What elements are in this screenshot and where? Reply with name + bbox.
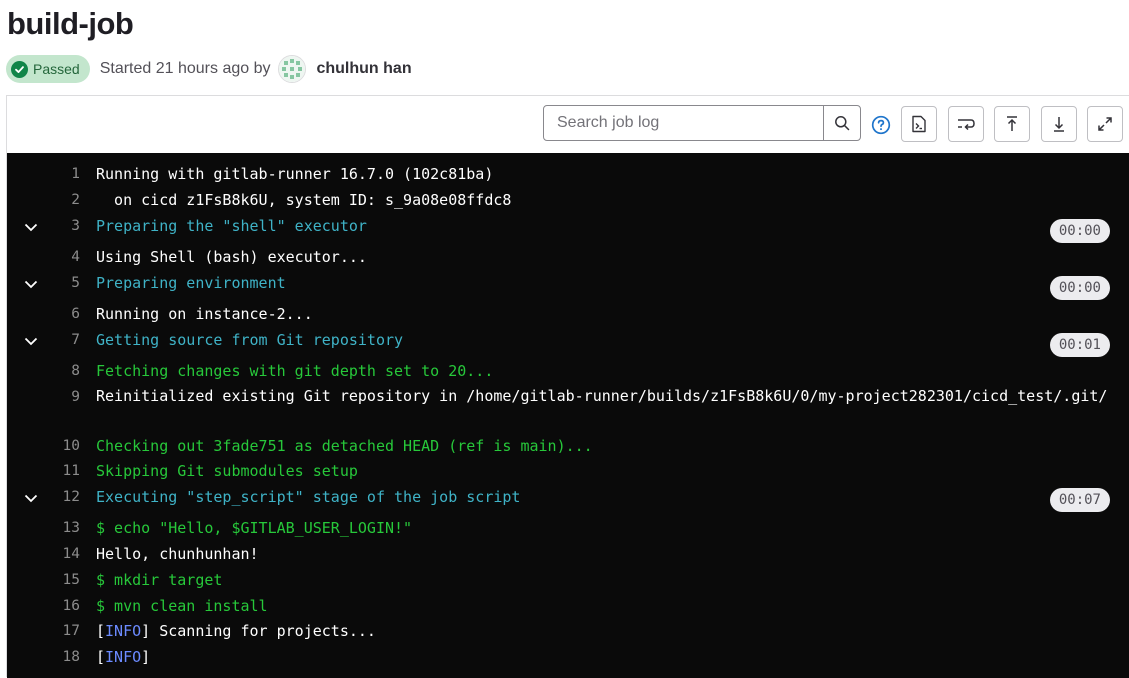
job-title: build-job — [7, 6, 134, 41]
check-circle-icon — [11, 60, 28, 78]
chevron-down-icon[interactable] — [24, 277, 38, 291]
bracket-open: [ — [96, 648, 106, 666]
line-text: Preparing the "shell" executor — [96, 217, 367, 235]
maximize-icon — [1098, 117, 1112, 131]
line-text: Using Shell (bash) executor... — [96, 248, 367, 266]
line-text: Skipping Git submodules setup — [96, 462, 358, 480]
line-number[interactable]: 14 — [40, 546, 80, 562]
line-number[interactable]: 13 — [40, 520, 80, 536]
doc-terminal-icon — [912, 115, 926, 133]
line-number[interactable]: 16 — [40, 598, 80, 614]
wrap-icon — [958, 119, 975, 131]
line-text: Running with gitlab-runner 16.7.0 (102c8… — [96, 165, 494, 183]
log-section-header[interactable]: 7 Getting source from Git repository 00:… — [7, 329, 1129, 357]
line-number[interactable]: 4 — [40, 249, 80, 265]
line-number[interactable]: 5 — [40, 275, 80, 291]
line-text: $ mkdir target — [96, 571, 223, 589]
line-number[interactable]: 8 — [40, 363, 80, 379]
chevron-down-icon[interactable] — [24, 334, 38, 348]
status-badge[interactable]: Passed — [6, 55, 90, 83]
help-icon[interactable] — [871, 115, 891, 135]
log-line: 18 [INFO] — [7, 646, 1129, 670]
log-line: 10 Checking out 3fade751 as detached HEA… — [7, 435, 1129, 459]
line-number[interactable]: 1 — [40, 166, 80, 182]
bracket-open: [ — [96, 622, 106, 640]
bracket-close: ] — [141, 622, 151, 640]
line-number[interactable]: 17 — [40, 623, 80, 639]
line-number[interactable]: 3 — [40, 218, 80, 234]
search-input[interactable] — [544, 106, 824, 140]
line-number[interactable]: 9 — [40, 389, 80, 405]
status-label: Passed — [33, 61, 80, 77]
avatar[interactable] — [278, 55, 307, 83]
info-tag: INFO — [105, 622, 142, 640]
line-number[interactable]: 18 — [40, 649, 80, 665]
show-raw-button[interactable] — [901, 106, 937, 142]
line-text: Executing "step_script" stage of the job… — [96, 488, 521, 506]
job-log-panel: 1 Running with gitlab-runner 16.7.0 (102… — [6, 95, 1129, 678]
log-section-header[interactable]: 5 Preparing environment 00:00 — [7, 272, 1129, 300]
line-number[interactable]: 15 — [40, 572, 80, 588]
log-line: 11 Skipping Git submodules setup — [7, 460, 1129, 484]
wrap-text-button[interactable] — [948, 106, 984, 142]
line-number[interactable]: 12 — [40, 489, 80, 505]
line-text: $ mvn clean install — [96, 597, 268, 615]
chevron-down-icon[interactable] — [24, 491, 38, 505]
line-text: $ echo "Hello, $GITLAB_USER_LOGIN!" — [96, 519, 413, 537]
line-text: [INFO] Scanning for projects... — [96, 622, 376, 640]
line-number[interactable]: 11 — [40, 463, 80, 479]
log-line: 16 $ mvn clean install — [7, 595, 1129, 619]
job-log: 1 Running with gitlab-runner 16.7.0 (102… — [7, 153, 1129, 678]
log-line: 6 Running on instance-2... — [7, 303, 1129, 327]
line-text: [INFO] — [96, 648, 150, 666]
log-line: 8 Fetching changes with git depth set to… — [7, 360, 1129, 384]
log-toolbar — [7, 96, 1129, 154]
log-line: 13 $ echo "Hello, $GITLAB_USER_LOGIN!" — [7, 517, 1129, 541]
arrow-down-icon — [1054, 117, 1064, 132]
line-text: on cicd z1FsB8k6U, system ID: s_9a08e08f… — [96, 191, 512, 209]
log-line: 1 Running with gitlab-runner 16.7.0 (102… — [7, 163, 1129, 187]
line-text: Preparing environment — [96, 274, 286, 292]
line-number[interactable]: 10 — [40, 438, 80, 454]
line-message: Scanning for projects... — [150, 622, 376, 640]
log-section-header[interactable]: 3 Preparing the "shell" executor 00:00 — [7, 215, 1129, 243]
line-text: Reinitialized existing Git repository in… — [96, 387, 1108, 405]
started-text: Started 21 hours ago by — [99, 60, 271, 77]
arrow-up-icon — [1007, 116, 1017, 131]
log-section-header[interactable]: 12 Executing "step_script" stage of the … — [7, 486, 1129, 512]
line-number[interactable]: 2 — [40, 192, 80, 208]
line-text: Running on instance-2... — [96, 305, 313, 323]
fullscreen-button[interactable] — [1087, 106, 1123, 142]
line-text: Getting source from Git repository — [96, 331, 404, 349]
search-button[interactable] — [823, 106, 860, 140]
section-duration: 00:01 — [1049, 333, 1110, 357]
user-link[interactable]: chulhun han — [316, 60, 411, 78]
line-number[interactable]: 7 — [40, 332, 80, 348]
log-line: 15 $ mkdir target — [7, 569, 1129, 593]
log-line: 14 Hello, chunhunhan! — [7, 543, 1129, 567]
line-text: Hello, chunhunhan! — [96, 545, 259, 563]
section-duration: 00:00 — [1049, 219, 1110, 243]
section-duration: 00:07 — [1049, 488, 1110, 512]
chevron-down-icon[interactable] — [24, 220, 38, 234]
info-tag: INFO — [105, 648, 142, 666]
log-line: 2 on cicd z1FsB8k6U, system ID: s_9a08e0… — [7, 189, 1129, 213]
job-meta: Passed Started 21 hours ago by chulhun h… — [6, 54, 412, 84]
log-line: 9 Reinitialized existing Git repository … — [7, 386, 1129, 434]
scroll-bottom-button[interactable] — [1041, 106, 1077, 142]
log-line: 17 [INFO] Scanning for projects... — [7, 620, 1129, 644]
log-line: 4 Using Shell (bash) executor... — [7, 246, 1129, 270]
line-text: Checking out 3fade751 as detached HEAD (… — [96, 437, 593, 455]
line-text: Fetching changes with git depth set to 2… — [96, 362, 494, 380]
section-duration: 00:00 — [1049, 276, 1110, 300]
line-number[interactable]: 6 — [40, 306, 80, 322]
scroll-top-button[interactable] — [994, 106, 1030, 142]
bracket-close: ] — [141, 648, 151, 666]
search-icon — [835, 116, 850, 131]
search-box — [543, 105, 861, 141]
